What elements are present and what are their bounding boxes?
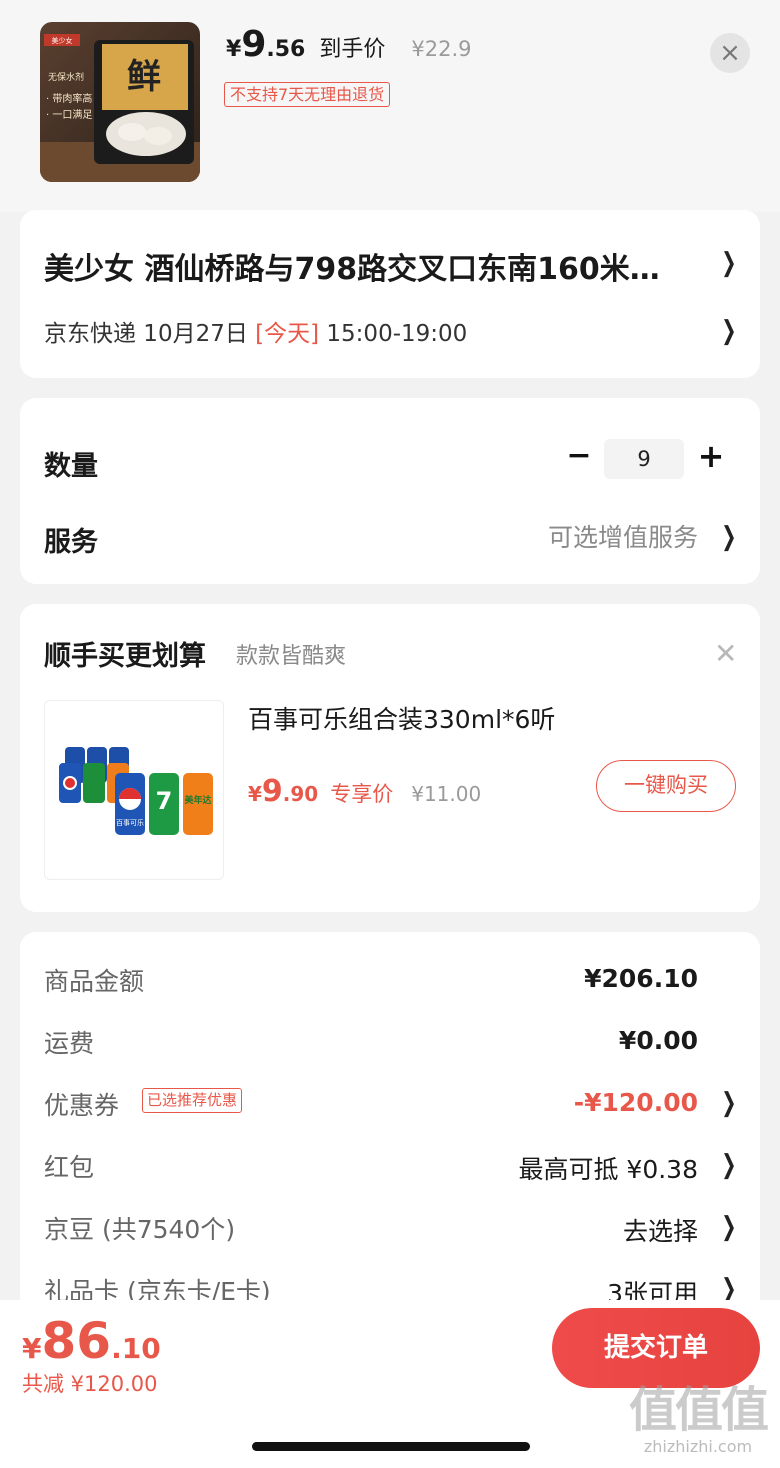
quantity-card: 数量 − 9 + 服务 可选增值服务 ❯ <box>20 398 760 584</box>
coupon-label: 优惠券 <box>44 1091 120 1120</box>
watermark: 值值值 zhizhizhi.com <box>622 1382 774 1456</box>
coupon-value[interactable]: -¥120.00 <box>574 1088 698 1117</box>
delivery-window: 15:00-19:00 <box>319 321 468 347</box>
delivery-today: [今天] <box>255 321 320 347</box>
delivery-address[interactable]: 美少女 酒仙桥路与798路交叉口东南160米小区 <box>44 244 684 288</box>
address-card[interactable]: 美少女 酒仙桥路与798路交叉口东南160米小区 ❯ 京东快递 10月27日 [… <box>20 210 760 378</box>
total-price: ¥ 86 .10 <box>22 1312 161 1370</box>
upsell-price-dec: .90 <box>282 782 319 806</box>
one-click-buy-button[interactable]: 一键购买 <box>596 760 736 812</box>
upsell-price-currency: ¥ <box>248 782 262 806</box>
quantity-minus-button[interactable]: − <box>564 441 594 472</box>
close-icon[interactable]: ✕ <box>714 640 737 668</box>
upsell-product-price: ¥ 9 .90 专享价 ¥11.00 <box>248 774 481 809</box>
chevron-right-icon[interactable]: ❯ <box>721 1276 736 1302</box>
upsell-product-image[interactable]: 百事可乐 7 美年达 <box>44 700 224 880</box>
can-label-pepsi: 百事可乐 <box>116 818 144 827</box>
watermark-url: zhizhizhi.com <box>643 1437 753 1456</box>
can-label-seven: 7 <box>156 787 173 815</box>
coupon-recommended-tag: 已选推荐优惠 <box>142 1088 243 1113</box>
upsell-original-price: ¥11.00 <box>411 782 482 806</box>
chevron-right-icon[interactable]: ❯ <box>721 1152 736 1178</box>
price-summary-card: 商品金额 ¥206.10 运费 ¥0.00 优惠券 已选推荐优惠 -¥120.0… <box>20 932 760 1332</box>
service-label: 服务 <box>44 527 98 558</box>
service-value[interactable]: 可选增值服务 <box>548 518 698 554</box>
upsell-subtitle: 款款皆酷爽 <box>236 644 347 669</box>
upsell-title: 顺手买更划算 <box>44 641 206 672</box>
chevron-right-icon[interactable]: ❯ <box>721 318 736 344</box>
shipping-label: 运费 <box>44 1029 95 1058</box>
product-header: 美少女 鲜 无保水剂 · 带肉率高 · 一口满足 ¥ 9 .56 到手价 ¥22… <box>0 0 780 212</box>
checkout-bar: ¥ 86 .10 共减 ¥120.00 提交订单 值值值 zhizhizhi.c… <box>0 1300 780 1468</box>
can-label-mirinda: 美年达 <box>184 794 211 806</box>
upsell-price-label: 专享价 <box>330 782 394 806</box>
brand-badge-text: 美少女 <box>52 36 73 45</box>
original-price: ¥22.9 <box>411 37 472 61</box>
upsell-product-name[interactable]: 百事可乐组合装330ml*6听 <box>248 700 555 736</box>
upsell-card: 顺手买更划算 款款皆酷爽 ✕ 百事可乐 7 美年达 百事可乐组合装330ml*6… <box>20 604 760 912</box>
quantity-label: 数量 <box>44 451 98 482</box>
product-thumbnail: 美少女 鲜 无保水剂 · 带肉率高 · 一口满足 <box>40 22 200 182</box>
chevron-right-icon[interactable]: ❯ <box>721 250 736 276</box>
upsell-price-int: 9 <box>261 774 283 809</box>
chevron-right-icon[interactable]: ❯ <box>721 1214 736 1240</box>
no-return-tag: 不支持7天无理由退货 <box>224 82 391 107</box>
thumb-line2: · 带肉率高 <box>46 92 92 105</box>
price-dec: .56 <box>266 37 306 62</box>
total-saved: 共减 ¥120.00 <box>22 1372 158 1396</box>
delivery-time[interactable]: 京东快递 10月27日 [今天] 15:00-19:00 <box>44 314 467 348</box>
close-icon[interactable]: × <box>710 33 750 73</box>
price-int: 9 <box>241 24 267 65</box>
shipping-value: ¥0.00 <box>618 1026 698 1055</box>
jd-beans-value[interactable]: 去选择 <box>623 1212 698 1248</box>
watermark-logo: 值值值 <box>628 1382 769 1438</box>
delivery-prefix: 京东快递 10月27日 <box>44 321 256 347</box>
goods-amount-value: ¥206.10 <box>584 964 698 993</box>
thumb-line3: · 一口满足 <box>46 109 92 121</box>
product-char-text: 鲜 <box>127 57 161 97</box>
quantity-plus-button[interactable]: + <box>696 440 726 472</box>
jd-beans-label: 京豆 (共7540个) <box>44 1215 236 1244</box>
chevron-right-icon[interactable]: ❯ <box>721 1090 736 1116</box>
goods-amount-label: 商品金额 <box>44 967 145 996</box>
total-dec: .10 <box>111 1332 161 1365</box>
red-packet-value[interactable]: 最高可抵 ¥0.38 <box>518 1150 698 1186</box>
product-price: ¥ 9 .56 到手价 ¥22.9 <box>226 24 472 70</box>
submit-order-button[interactable]: 提交订单 <box>552 1308 760 1388</box>
home-indicator[interactable] <box>252 1442 530 1451</box>
total-int: 86 <box>41 1312 112 1370</box>
quantity-input[interactable]: 9 <box>604 439 684 479</box>
price-label: 到手价 <box>319 37 386 62</box>
chevron-right-icon[interactable]: ❯ <box>721 524 736 550</box>
red-packet-label: 红包 <box>44 1153 95 1182</box>
total-currency: ¥ <box>22 1332 42 1365</box>
thumb-line1: 无保水剂 <box>48 71 84 83</box>
price-currency: ¥ <box>226 37 242 62</box>
